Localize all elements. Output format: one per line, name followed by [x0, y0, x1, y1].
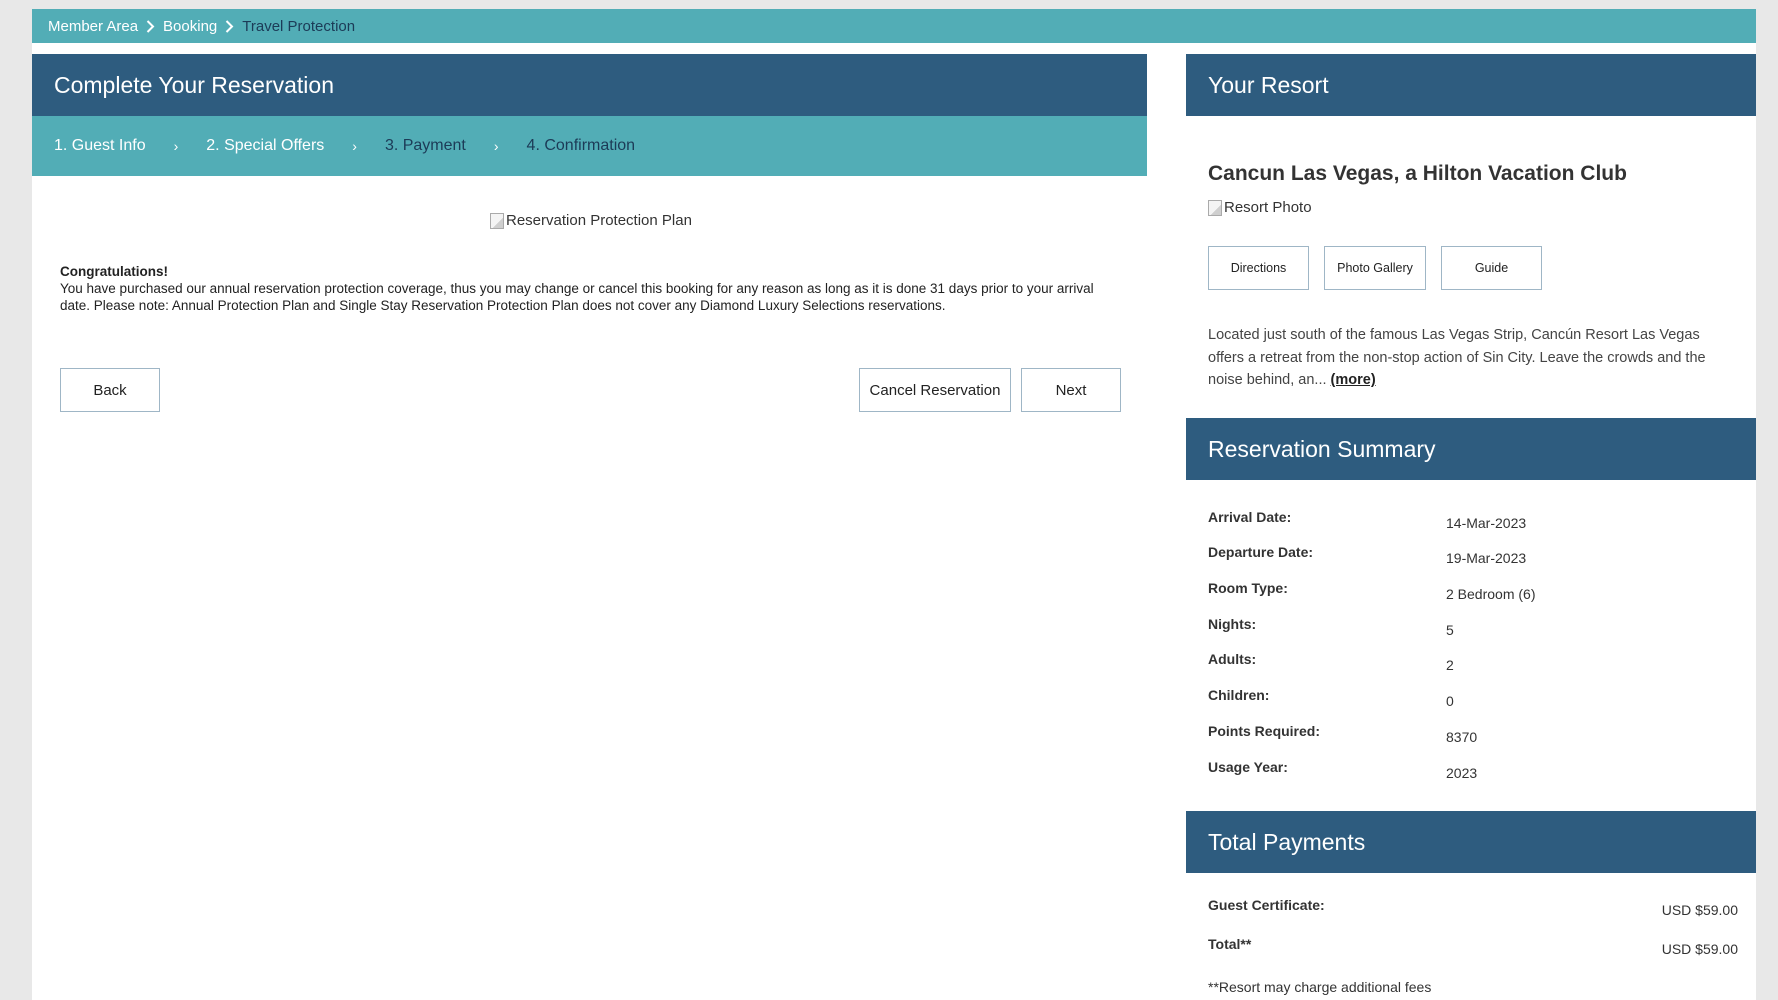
summary-value: 0	[1446, 693, 1454, 709]
summary-row: Departure Date: 19-Mar-2023	[1208, 544, 1738, 568]
photo-gallery-button[interactable]: Photo Gallery	[1324, 246, 1426, 290]
step-special-offers: 2. Special Offers	[206, 137, 325, 154]
payment-row: Guest Certificate: USD $59.00	[1208, 897, 1738, 921]
step-guest-info: 1. Guest Info	[54, 137, 146, 154]
sidebar: Your Resort Cancun Las Vegas, a Hilton V…	[1186, 54, 1756, 1000]
next-button[interactable]: Next	[1021, 368, 1121, 412]
summary-value: 2023	[1446, 765, 1478, 781]
back-button[interactable]: Back	[60, 368, 160, 412]
congratulations-title: Congratulations!	[60, 264, 168, 279]
reservation-summary-header: Reservation Summary	[1186, 418, 1756, 480]
step-separator-icon: ›	[493, 138, 499, 154]
payment-label: Total**	[1208, 936, 1252, 952]
summary-label: Adults:	[1208, 651, 1257, 667]
summary-row: Room Type: 2 Bedroom (6)	[1208, 580, 1738, 604]
summary-row: Children: 0	[1208, 687, 1738, 711]
summary-label: Arrival Date:	[1208, 509, 1292, 525]
page: Member Area Booking Travel Protection Co…	[32, 9, 1756, 1000]
payment-row: Total** USD $59.00	[1208, 936, 1738, 960]
summary-label: Room Type:	[1208, 580, 1288, 596]
resort-description-text: Located just south of the famous Las Veg…	[1208, 327, 1706, 388]
guide-button[interactable]: Guide	[1441, 246, 1542, 290]
summary-row: Arrival Date: 14-Mar-2023	[1208, 509, 1738, 533]
broken-image-icon	[1208, 199, 1222, 216]
summary-row: Usage Year: 2023	[1208, 759, 1738, 783]
step-separator-icon: ›	[173, 138, 179, 154]
summary-label: Nights:	[1208, 616, 1257, 632]
summary-value: 8370	[1446, 729, 1478, 745]
broken-image-icon	[490, 212, 504, 229]
more-link[interactable]: (more)	[1331, 372, 1376, 388]
resort-description: Located just south of the famous Las Veg…	[1208, 324, 1738, 392]
breadcrumb-travel-protection: Travel Protection	[242, 17, 356, 35]
payment-label: Guest Certificate:	[1208, 897, 1325, 913]
fees-note: **Resort may charge additional fees	[1208, 979, 1432, 995]
congratulations-message: Congratulations! You have purchased our …	[60, 263, 1120, 314]
summary-label: Usage Year:	[1208, 759, 1288, 775]
summary-label: Children:	[1208, 687, 1270, 703]
summary-row: Nights: 5	[1208, 616, 1738, 640]
step-payment: 3. Payment	[384, 137, 466, 154]
protection-plan-image-alt: Reservation Protection Plan	[506, 212, 692, 229]
breadcrumb-booking[interactable]: Booking	[163, 18, 217, 35]
resort-photo-alt: Resort Photo	[1224, 199, 1312, 216]
congratulations-text: You have purchased our annual reservatio…	[60, 281, 1094, 313]
summary-value: 2 Bedroom (6)	[1446, 586, 1536, 602]
chevron-right-icon	[146, 19, 155, 33]
resort-name: Cancun Las Vegas, a Hilton Vacation Club	[1208, 162, 1627, 185]
your-resort-header: Your Resort	[1186, 54, 1756, 116]
reservation-title: Complete Your Reservation	[32, 54, 1147, 116]
cancel-reservation-button[interactable]: Cancel Reservation	[859, 368, 1011, 412]
summary-value: 14-Mar-2023	[1446, 515, 1527, 531]
summary-label: Points Required:	[1208, 723, 1321, 739]
total-payments-header: Total Payments	[1186, 811, 1756, 873]
directions-button[interactable]: Directions	[1208, 246, 1309, 290]
summary-row: Points Required: 8370	[1208, 723, 1738, 747]
step-indicator: 1. Guest Info › 2. Special Offers › 3. P…	[32, 116, 1147, 176]
summary-value: 5	[1446, 622, 1454, 638]
resort-photo: Resort Photo	[1208, 199, 1312, 216]
step-confirmation: 4. Confirmation	[526, 137, 636, 154]
breadcrumb-member-area[interactable]: Member Area	[48, 18, 138, 35]
protection-plan-image: Reservation Protection Plan	[490, 212, 692, 229]
breadcrumb: Member Area Booking Travel Protection	[32, 9, 1756, 43]
summary-value: 19-Mar-2023	[1446, 550, 1527, 566]
payment-value: USD $59.00	[1661, 902, 1738, 918]
summary-row: Adults: 2	[1208, 651, 1738, 675]
summary-value: 2	[1446, 657, 1454, 673]
payment-value: USD $59.00	[1661, 941, 1738, 957]
summary-label: Departure Date:	[1208, 544, 1314, 560]
reservation-panel: Complete Your Reservation 1. Guest Info …	[32, 54, 1147, 1000]
step-separator-icon: ›	[352, 138, 357, 154]
chevron-right-icon	[225, 19, 234, 33]
